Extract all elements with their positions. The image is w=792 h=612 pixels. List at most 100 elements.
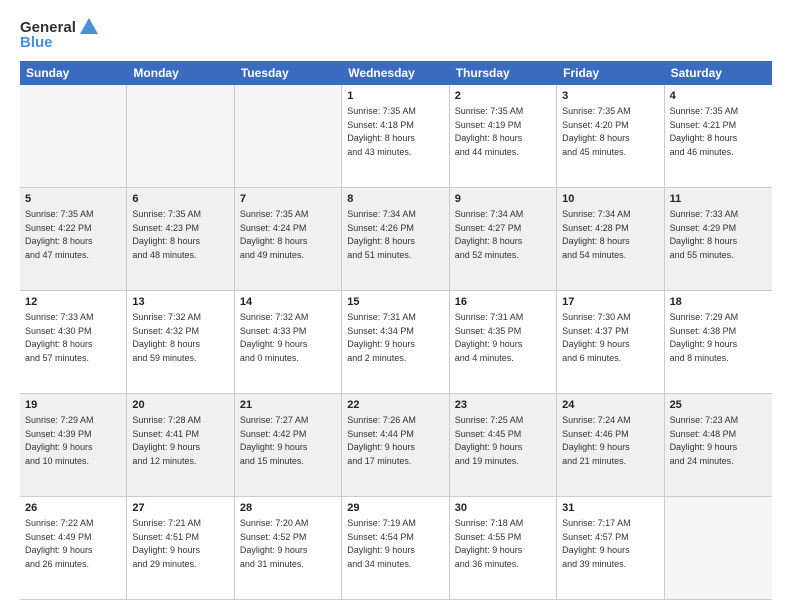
day-number: 28 [240,501,336,516]
day-info: Sunrise: 7:35 AM Sunset: 4:23 PM Dayligh… [132,209,201,260]
day-number: 7 [240,192,336,207]
day-info: Sunrise: 7:35 AM Sunset: 4:18 PM Dayligh… [347,106,416,157]
day-number: 4 [670,89,767,104]
calendar-cell [665,497,772,599]
day-info: Sunrise: 7:33 AM Sunset: 4:30 PM Dayligh… [25,312,94,363]
day-info: Sunrise: 7:35 AM Sunset: 4:20 PM Dayligh… [562,106,631,157]
day-info: Sunrise: 7:35 AM Sunset: 4:22 PM Dayligh… [25,209,94,260]
logo-icon [78,16,100,38]
calendar-header: SundayMondayTuesdayWednesdayThursdayFrid… [20,61,772,85]
day-number: 16 [455,295,551,310]
day-number: 21 [240,398,336,413]
day-info: Sunrise: 7:28 AM Sunset: 4:41 PM Dayligh… [132,415,201,466]
day-info: Sunrise: 7:22 AM Sunset: 4:49 PM Dayligh… [25,518,94,569]
day-info: Sunrise: 7:35 AM Sunset: 4:19 PM Dayligh… [455,106,524,157]
day-number: 12 [25,295,121,310]
weekday-header: Monday [127,61,234,85]
calendar-cell [235,85,342,187]
calendar-cell: 1 Sunrise: 7:35 AM Sunset: 4:18 PM Daylig… [342,85,449,187]
day-number: 3 [562,89,658,104]
day-info: Sunrise: 7:29 AM Sunset: 4:39 PM Dayligh… [25,415,94,466]
day-info: Sunrise: 7:31 AM Sunset: 4:35 PM Dayligh… [455,312,524,363]
calendar-cell: 2 Sunrise: 7:35 AM Sunset: 4:19 PM Daylig… [450,85,557,187]
calendar-cell: 5 Sunrise: 7:35 AM Sunset: 4:22 PM Daylig… [20,188,127,290]
day-number: 13 [132,295,228,310]
calendar-cell: 12 Sunrise: 7:33 AM Sunset: 4:30 PM Dayli… [20,291,127,393]
calendar-week-row: 26 Sunrise: 7:22 AM Sunset: 4:49 PM Dayli… [20,497,772,600]
day-number: 10 [562,192,658,207]
calendar-cell: 23 Sunrise: 7:25 AM Sunset: 4:45 PM Dayli… [450,394,557,496]
day-info: Sunrise: 7:26 AM Sunset: 4:44 PM Dayligh… [347,415,416,466]
calendar-cell: 31Sunrise: 7:17 AM Sunset: 4:57 PM Dayli… [557,497,664,599]
calendar-week-row: 19Sunrise: 7:29 AM Sunset: 4:39 PM Dayli… [20,394,772,497]
day-number: 31 [562,501,658,516]
calendar-cell: 17Sunrise: 7:30 AM Sunset: 4:37 PM Dayli… [557,291,664,393]
day-info: Sunrise: 7:32 AM Sunset: 4:32 PM Dayligh… [132,312,201,363]
day-info: Sunrise: 7:23 AM Sunset: 4:48 PM Dayligh… [670,415,739,466]
calendar-cell: 22 Sunrise: 7:26 AM Sunset: 4:44 PM Dayli… [342,394,449,496]
calendar-cell: 16 Sunrise: 7:31 AM Sunset: 4:35 PM Dayli… [450,291,557,393]
day-info: Sunrise: 7:34 AM Sunset: 4:28 PM Dayligh… [562,209,631,260]
logo-general: General [20,19,76,36]
day-info: Sunrise: 7:34 AM Sunset: 4:27 PM Dayligh… [455,209,524,260]
day-info: Sunrise: 7:35 AM Sunset: 4:24 PM Dayligh… [240,209,309,260]
day-info: Sunrise: 7:29 AM Sunset: 4:38 PM Dayligh… [670,312,739,363]
calendar-cell: 6 Sunrise: 7:35 AM Sunset: 4:23 PM Daylig… [127,188,234,290]
page: General Blue SundayMondayTuesdayWednesda… [0,0,792,612]
day-number: 25 [670,398,767,413]
calendar-cell: 14 Sunrise: 7:32 AM Sunset: 4:33 PM Dayli… [235,291,342,393]
weekday-header: Friday [557,61,664,85]
calendar-cell: 26 Sunrise: 7:22 AM Sunset: 4:49 PM Dayli… [20,497,127,599]
logo: General Blue [20,16,100,51]
day-number: 2 [455,89,551,104]
day-info: Sunrise: 7:18 AM Sunset: 4:55 PM Dayligh… [455,518,524,569]
calendar-cell: 8Sunrise: 7:34 AM Sunset: 4:26 PM Daylig… [342,188,449,290]
day-number: 20 [132,398,228,413]
day-info: Sunrise: 7:20 AM Sunset: 4:52 PM Dayligh… [240,518,309,569]
weekday-header: Saturday [665,61,772,85]
day-info: Sunrise: 7:32 AM Sunset: 4:33 PM Dayligh… [240,312,309,363]
calendar-week-row: 5 Sunrise: 7:35 AM Sunset: 4:22 PM Daylig… [20,188,772,291]
calendar-cell: 20 Sunrise: 7:28 AM Sunset: 4:41 PM Dayli… [127,394,234,496]
day-number: 23 [455,398,551,413]
calendar-cell [127,85,234,187]
day-number: 22 [347,398,443,413]
calendar-cell: 28 Sunrise: 7:20 AM Sunset: 4:52 PM Dayli… [235,497,342,599]
day-number: 14 [240,295,336,310]
day-number: 27 [132,501,228,516]
calendar-cell: 27 Sunrise: 7:21 AM Sunset: 4:51 PM Dayli… [127,497,234,599]
day-number: 9 [455,192,551,207]
calendar-cell: 25 Sunrise: 7:23 AM Sunset: 4:48 PM Dayli… [665,394,772,496]
calendar-cell: 7 Sunrise: 7:35 AM Sunset: 4:24 PM Daylig… [235,188,342,290]
calendar-cell: 10 Sunrise: 7:34 AM Sunset: 4:28 PM Dayli… [557,188,664,290]
calendar: SundayMondayTuesdayWednesdayThursdayFrid… [20,61,772,600]
calendar-cell: 9 Sunrise: 7:34 AM Sunset: 4:27 PM Daylig… [450,188,557,290]
day-info: Sunrise: 7:30 AM Sunset: 4:37 PM Dayligh… [562,312,631,363]
day-info: Sunrise: 7:21 AM Sunset: 4:51 PM Dayligh… [132,518,201,569]
weekday-header: Wednesday [342,61,449,85]
day-number: 11 [670,192,767,207]
day-info: Sunrise: 7:25 AM Sunset: 4:45 PM Dayligh… [455,415,524,466]
calendar-cell: 11 Sunrise: 7:33 AM Sunset: 4:29 PM Dayli… [665,188,772,290]
day-info: Sunrise: 7:24 AM Sunset: 4:46 PM Dayligh… [562,415,631,466]
day-number: 26 [25,501,121,516]
day-number: 1 [347,89,443,104]
calendar-cell: 4 Sunrise: 7:35 AM Sunset: 4:21 PM Daylig… [665,85,772,187]
day-number: 5 [25,192,121,207]
weekday-header: Tuesday [235,61,342,85]
day-number: 6 [132,192,228,207]
calendar-cell: 29Sunrise: 7:19 AM Sunset: 4:54 PM Dayli… [342,497,449,599]
calendar-cell: 13 Sunrise: 7:32 AM Sunset: 4:32 PM Dayli… [127,291,234,393]
calendar-body: 1 Sunrise: 7:35 AM Sunset: 4:18 PM Daylig… [20,85,772,600]
calendar-cell: 21 Sunrise: 7:27 AM Sunset: 4:42 PM Dayli… [235,394,342,496]
calendar-week-row: 1 Sunrise: 7:35 AM Sunset: 4:18 PM Daylig… [20,85,772,188]
calendar-cell: 30Sunrise: 7:18 AM Sunset: 4:55 PM Dayli… [450,497,557,599]
calendar-cell: 15Sunrise: 7:31 AM Sunset: 4:34 PM Dayli… [342,291,449,393]
logo-blue: Blue [20,34,53,51]
day-info: Sunrise: 7:34 AM Sunset: 4:26 PM Dayligh… [347,209,416,260]
day-info: Sunrise: 7:35 AM Sunset: 4:21 PM Dayligh… [670,106,739,157]
day-number: 29 [347,501,443,516]
day-info: Sunrise: 7:27 AM Sunset: 4:42 PM Dayligh… [240,415,309,466]
day-number: 15 [347,295,443,310]
day-info: Sunrise: 7:33 AM Sunset: 4:29 PM Dayligh… [670,209,739,260]
